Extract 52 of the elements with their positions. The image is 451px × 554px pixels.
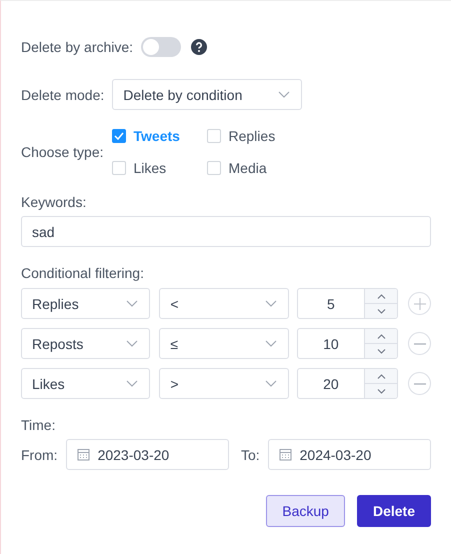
number-field[interactable]: 20	[296, 368, 398, 399]
calendar-icon	[278, 448, 292, 461]
field-label: To:	[240, 446, 260, 462]
field-label: Choose type:	[21, 144, 104, 160]
operator-select[interactable]: ≤	[159, 328, 289, 359]
checkmark-icon	[114, 132, 124, 140]
chevron-down-icon	[126, 340, 138, 347]
field-select[interactable]: Replies	[21, 288, 150, 319]
chevron-down-icon	[264, 300, 277, 307]
minus-icon	[414, 382, 426, 384]
minus-icon	[414, 342, 426, 344]
chevron-up-icon	[376, 374, 386, 378]
keywords-field[interactable]: sad	[21, 216, 431, 247]
number-field[interactable]: 5	[296, 288, 398, 319]
chevron-down-icon	[376, 388, 386, 394]
chevron-down-icon	[278, 91, 290, 98]
chevron-down-icon	[376, 348, 386, 354]
checkbox-label: Likes	[134, 160, 166, 176]
backup-button[interactable]: Backup	[266, 495, 345, 527]
chevron-down-icon	[376, 308, 386, 314]
field-label: Time:	[21, 417, 56, 433]
mode-select[interactable]: Delete by condition	[112, 79, 302, 110]
checkbox-label: Tweets	[134, 128, 180, 144]
checkbox-label: Replies	[228, 128, 276, 144]
chevron-down-icon	[126, 300, 138, 307]
plus-icon	[414, 298, 426, 310]
field-select[interactable]: Reposts	[21, 328, 150, 359]
field-label: Keywords:	[21, 194, 86, 210]
date-field[interactable]: 2024-03-20	[268, 439, 431, 470]
calendar-icon	[76, 448, 90, 461]
remove-button[interactable]	[408, 332, 431, 355]
remove-button[interactable]	[408, 372, 431, 395]
field-select[interactable]: Likes	[21, 368, 150, 399]
operator-select[interactable]: >	[159, 368, 289, 399]
field-label: Conditional filtering:	[21, 265, 144, 281]
delete-button[interactable]: Delete	[356, 495, 431, 527]
checkbox-label: Media	[228, 160, 267, 176]
number-field[interactable]: 10	[296, 328, 398, 359]
field-label: Delete mode:	[21, 86, 104, 102]
chevron-up-icon	[376, 294, 386, 298]
operator-select[interactable]: <	[159, 288, 289, 319]
checkbox[interactable]	[112, 129, 126, 143]
chevron-up-icon	[376, 334, 386, 338]
chevron-down-icon	[264, 340, 277, 347]
archive-toggle[interactable]	[141, 37, 182, 57]
field-label: From:	[21, 446, 58, 462]
help-icon	[191, 39, 208, 55]
add-button[interactable]	[408, 292, 431, 315]
chevron-down-icon	[264, 380, 277, 387]
date-field[interactable]: 2023-03-20	[66, 439, 229, 470]
field-label: Delete by archive:	[21, 39, 134, 55]
chevron-down-icon	[126, 380, 138, 387]
